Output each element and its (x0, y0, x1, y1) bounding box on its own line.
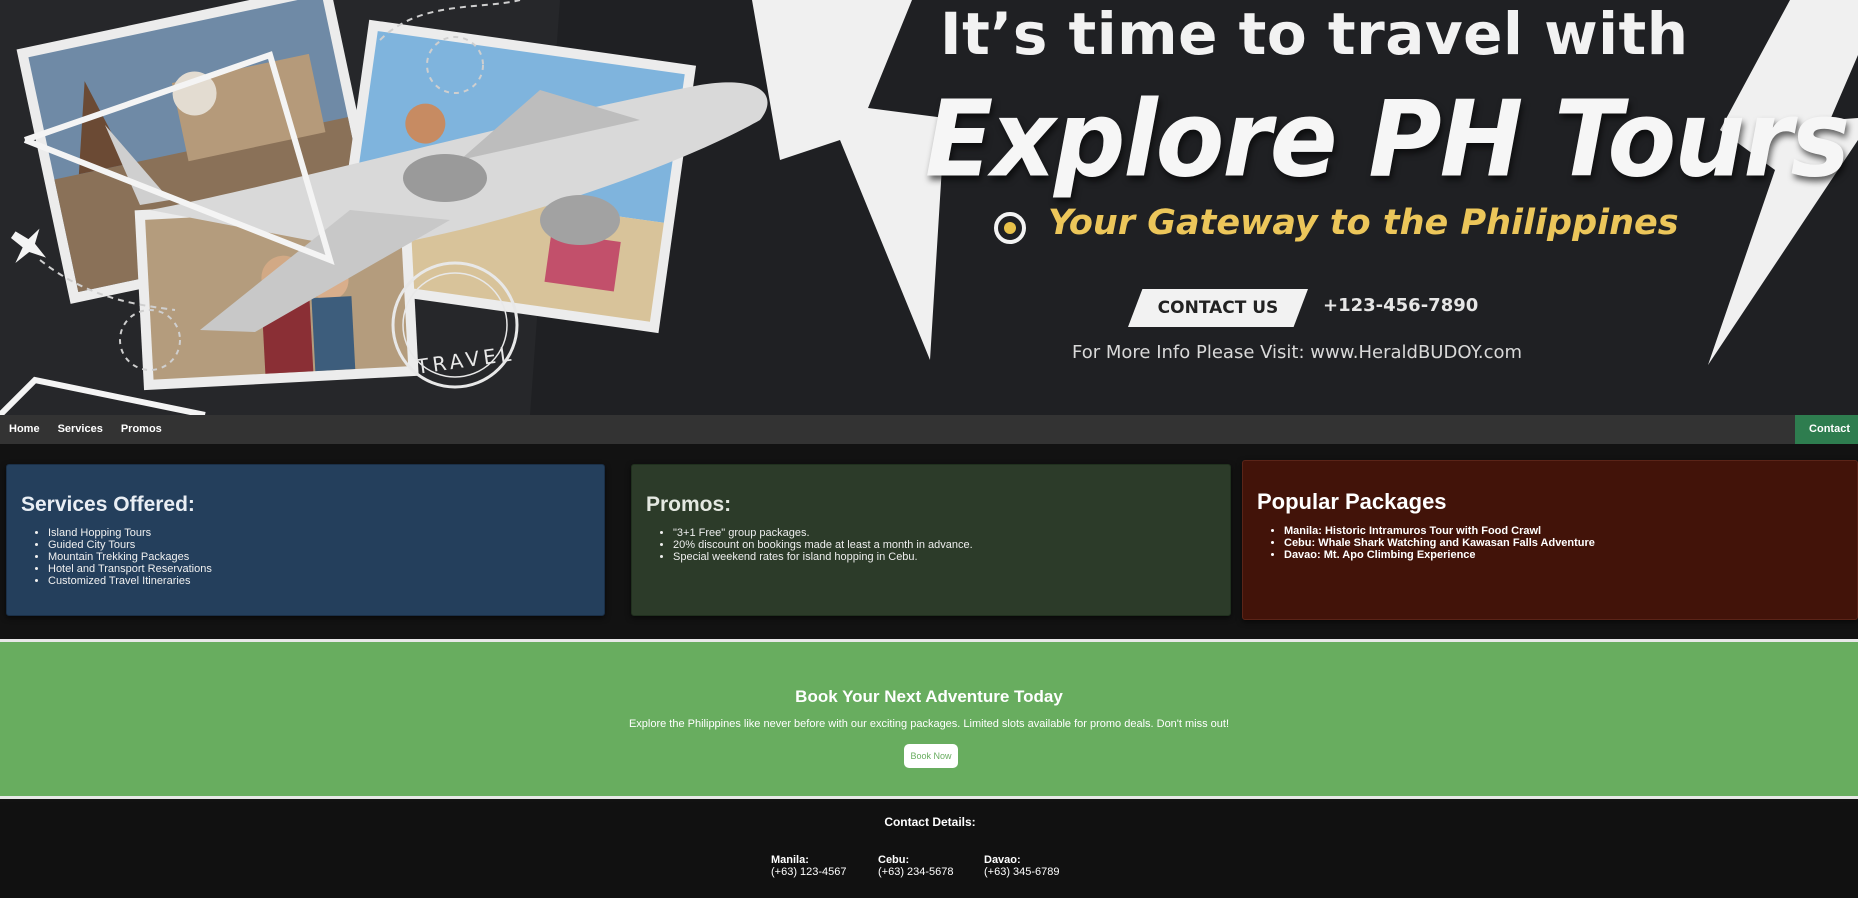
package-desc: Historic Intramuros Tour with Food Crawl (1324, 525, 1542, 537)
list-item: Special weekend rates for island hopping… (673, 551, 1216, 563)
office-manila: Manila: (+63) 123-4567 (771, 854, 847, 878)
hero-visit-text: For More Info Please Visit: www.HeraldBU… (1072, 342, 1523, 363)
promos-title: Promos: (646, 493, 732, 516)
cta-title: Book Your Next Adventure Today (795, 687, 1063, 706)
headline-brand: Explore PH Tours (925, 78, 1850, 201)
left-lightning-bolt-shape (752, 0, 945, 360)
list-item: Guided City Tours (48, 539, 590, 551)
packages-list: Manila: Historic Intramuros Tour with Fo… (1257, 525, 1843, 561)
office-phone: (+63) 123-4567 (771, 866, 847, 878)
headline-line-1: It’s time to travel with (940, 0, 1689, 68)
package-desc: Mt. Apo Climbing Experience (1323, 549, 1476, 561)
list-item: Davao: Mt. Apo Climbing Experience (1284, 549, 1843, 561)
list-item: Mountain Trekking Packages (48, 551, 590, 563)
list-item: Customized Travel Itineraries (48, 575, 590, 587)
nav-promos[interactable]: Promos (112, 415, 171, 444)
package-place: Davao: (1284, 549, 1321, 561)
booking-cta: Book Your Next Adventure Today Explore t… (0, 639, 1858, 799)
nav-services[interactable]: Services (49, 415, 112, 444)
footer: Contact Details: Manila: (+63) 123-4567 … (0, 802, 1858, 898)
office-phone: (+63) 234-5678 (878, 866, 954, 878)
hero-banner: It’s time to travel with Explore PH Tour… (0, 0, 1858, 415)
footer-title: Contact Details: (884, 815, 976, 829)
office-davao: Davao: (+63) 345-6789 (984, 854, 1060, 878)
promos-card: Promos: "3+1 Free" group packages. 20% d… (631, 464, 1231, 616)
list-item: Cebu: Whale Shark Watching and Kawasan F… (1284, 537, 1843, 549)
package-desc: Whale Shark Watching and Kawasan Falls A… (1318, 537, 1595, 549)
office-cebu: Cebu: (+63) 234-5678 (878, 854, 954, 878)
package-place: Manila: (1284, 525, 1322, 537)
office-phone: (+63) 345-6789 (984, 866, 1060, 878)
services-title: Services Offered: (21, 493, 195, 516)
top-nav: Home Services Promos Contact (0, 415, 1858, 444)
book-now-button[interactable]: Book Now (904, 744, 958, 768)
hero-contact-button[interactable]: CONTACT US (1128, 289, 1308, 327)
nav-contact[interactable]: Contact (1795, 415, 1858, 444)
list-item: Manila: Historic Intramuros Tour with Fo… (1284, 525, 1843, 537)
office-city: Manila: (771, 854, 809, 866)
hero-phone: +123-456-7890 (1323, 295, 1479, 316)
packages-title: Popular Packages (1257, 489, 1447, 514)
cta-text: Explore the Philippines like never befor… (628, 718, 1230, 730)
package-place: Cebu: (1284, 537, 1316, 549)
target-dot-icon (994, 212, 1026, 244)
office-city: Davao: (984, 854, 1021, 866)
list-item: "3+1 Free" group packages. (673, 527, 1216, 539)
services-card: Services Offered: Island Hopping Tours G… (6, 464, 605, 616)
list-item: Hotel and Transport Reservations (48, 563, 590, 575)
list-item: 20% discount on bookings made at least a… (673, 539, 1216, 551)
packages-card: Popular Packages Manila: Historic Intram… (1242, 460, 1858, 620)
tagline: Your Gateway to the Philippines (1048, 203, 1679, 243)
services-list: Island Hopping Tours Guided City Tours M… (21, 527, 590, 587)
promos-list: "3+1 Free" group packages. 20% discount … (646, 527, 1216, 563)
list-item: Island Hopping Tours (48, 527, 590, 539)
office-city: Cebu: (878, 854, 910, 866)
nav-home[interactable]: Home (0, 415, 49, 444)
